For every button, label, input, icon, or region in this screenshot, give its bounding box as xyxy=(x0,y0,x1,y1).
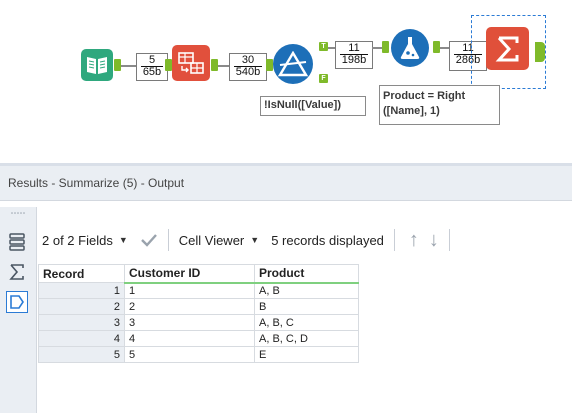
output-anchor[interactable] xyxy=(211,59,218,71)
connection-line xyxy=(372,47,382,49)
chevron-down-icon: ▼ xyxy=(118,235,128,245)
product-cell[interactable]: E xyxy=(254,346,359,363)
table-row[interactable]: 5 5 E xyxy=(38,346,359,363)
true-anchor-label: T xyxy=(321,43,326,50)
record-size: 65b xyxy=(142,66,162,78)
results-side-toolbar xyxy=(0,207,37,413)
table-header-row: Record Customer ID Product xyxy=(38,264,359,284)
product-cell[interactable]: A, B, C xyxy=(254,314,359,331)
column-header-record[interactable]: Record xyxy=(38,264,125,283)
results-table: Record Customer ID Product 1 1 A, B 2 2 … xyxy=(38,264,359,363)
input-anchor[interactable] xyxy=(382,41,389,53)
filter-tool[interactable] xyxy=(273,44,313,84)
table-row[interactable]: 4 4 A, B, C, D xyxy=(38,330,359,347)
customer-id-cell[interactable]: 3 xyxy=(124,314,255,331)
text-to-columns-tool[interactable] xyxy=(172,45,210,81)
filter-annotation-text: !IsNull([Value]) xyxy=(264,99,342,111)
record-number-cell: 5 xyxy=(38,346,125,363)
drag-grip-icon[interactable] xyxy=(10,211,26,215)
formula-tool[interactable] xyxy=(391,29,429,67)
apply-checkmark-button[interactable] xyxy=(140,233,158,247)
table-split-icon xyxy=(178,52,204,74)
input-anchor[interactable] xyxy=(165,59,172,71)
customer-id-cell[interactable]: 5 xyxy=(124,346,255,363)
table-row[interactable]: 3 3 A, B, C xyxy=(38,314,359,331)
record-count-box: 30 540b xyxy=(229,53,267,81)
sigma-icon xyxy=(9,264,24,280)
anchor-shape-icon xyxy=(10,295,24,309)
record-number-cell: 2 xyxy=(38,298,125,315)
summarize-view-button[interactable] xyxy=(6,261,28,283)
toolbar-divider xyxy=(393,229,395,251)
record-size: 198b xyxy=(341,54,367,66)
record-number-cell: 3 xyxy=(38,314,125,331)
checkmark-icon xyxy=(140,234,157,247)
database-icon xyxy=(9,233,25,251)
input-anchor[interactable] xyxy=(266,59,273,71)
record-count-box: 5 65b xyxy=(136,53,168,81)
flask-icon xyxy=(400,37,420,59)
records-count-label: 5 records displayed xyxy=(271,232,384,248)
formula-annotation-line2: ([Name], 1) xyxy=(383,105,440,117)
fields-dropdown-label: 2 of 2 Fields xyxy=(42,232,113,248)
book-icon xyxy=(87,57,107,74)
false-anchor-label: F xyxy=(321,75,326,82)
cell-viewer-dropdown[interactable]: Cell Viewer ▼ xyxy=(179,233,259,248)
input-data-tool[interactable] xyxy=(81,49,113,81)
product-cell[interactable]: A, B xyxy=(254,282,359,299)
true-output-anchor[interactable]: T xyxy=(319,42,328,51)
chevron-down-icon: ▼ xyxy=(250,235,260,245)
output-anchor[interactable] xyxy=(433,41,440,53)
output-anchor-view-button[interactable] xyxy=(6,291,28,313)
summarize-tool[interactable] xyxy=(486,27,529,70)
toolbar-divider xyxy=(448,229,450,251)
record-number-cell: 4 xyxy=(38,330,125,347)
product-cell[interactable]: A, B, C, D xyxy=(254,330,359,347)
cell-viewer-label: Cell Viewer xyxy=(178,232,245,248)
customer-id-cell[interactable]: 2 xyxy=(124,298,255,315)
results-title: Results - Summarize (5) - Output xyxy=(8,176,185,190)
formula-annotation[interactable]: Product = Right ([Name], 1) xyxy=(379,85,500,125)
table-row[interactable]: 1 1 A, B xyxy=(38,282,359,299)
results-toolbar: 2 of 2 Fields ▼ Cell Viewer ▼ 5 records … xyxy=(42,226,460,254)
record-number-cell: 1 xyxy=(38,282,125,299)
workflow-canvas[interactable]: 5 65b 30 540b T F 11 198b 11 286b !IsNul… xyxy=(0,0,572,163)
customer-id-cell[interactable]: 1 xyxy=(124,282,255,299)
customer-id-cell[interactable]: 4 xyxy=(124,330,255,347)
connection-line xyxy=(121,65,136,67)
toolbar-divider xyxy=(167,229,169,251)
fields-dropdown[interactable]: 2 of 2 Fields ▼ xyxy=(42,233,128,248)
false-output-anchor[interactable]: F xyxy=(319,74,328,83)
record-size: 540b xyxy=(235,66,261,78)
table-row[interactable]: 2 2 B xyxy=(38,298,359,315)
arrow-up-icon[interactable]: ↑ xyxy=(409,230,419,250)
output-anchor[interactable] xyxy=(535,42,545,62)
record-count-box: 11 198b xyxy=(335,41,373,69)
formula-annotation-line1: Product = Right xyxy=(383,90,466,102)
column-header-customer-id[interactable]: Customer ID xyxy=(124,264,255,284)
results-header: Results - Summarize (5) - Output xyxy=(0,166,572,201)
filter-annotation[interactable]: !IsNull([Value]) xyxy=(260,96,366,116)
arrow-down-icon[interactable]: ↓ xyxy=(429,230,439,250)
filter-triangle-icon xyxy=(278,51,308,77)
results-panel: Results - Summarize (5) - Output 2 of 2 … xyxy=(0,163,572,416)
column-header-product[interactable]: Product xyxy=(254,264,359,284)
product-cell[interactable]: B xyxy=(254,298,359,315)
sigma-icon xyxy=(495,36,518,61)
output-anchor[interactable] xyxy=(114,59,121,71)
data-view-button[interactable] xyxy=(6,231,28,253)
